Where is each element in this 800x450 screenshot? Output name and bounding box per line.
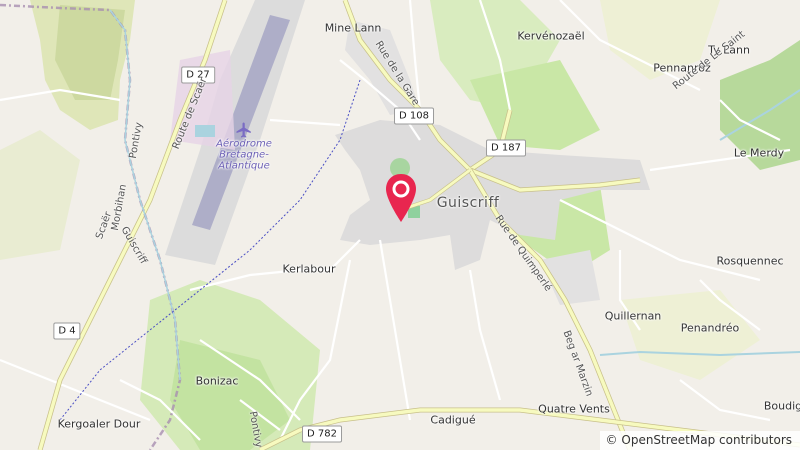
place-label-kervenozael: Kervénozaël (517, 29, 585, 43)
attribution-link[interactable]: OpenStreetMap contributors (621, 433, 792, 447)
aerodrome-label: Aérodrome Bretagne- Atlantique (216, 139, 272, 172)
place-label-kergoaler-dour: Kergoaler Dour (57, 417, 141, 431)
place-label-quatre-vents: Quatre Vents (538, 402, 610, 416)
place-label-kerlabour: Kerlabour (282, 262, 336, 276)
map-view[interactable]: Mine Lann Kervénozaël Ty Lann Pennanroz … (0, 0, 800, 450)
place-label-quillernan: Quillernan (604, 309, 662, 323)
place-label-cadigue: Cadigué (430, 413, 476, 427)
aerodrome-label-line-3: Atlantique (218, 160, 270, 172)
map-pin-icon[interactable] (385, 172, 417, 224)
map-attribution: © OpenStreetMap contributors (599, 431, 800, 450)
place-label-mine-lann: Mine Lann (324, 21, 382, 35)
copyright-symbol: © (605, 433, 618, 447)
pond (195, 125, 215, 137)
road-shield-d108: D 108 (394, 107, 434, 125)
road-shield-d782: D 782 (302, 425, 342, 443)
road-shield-d4: D 4 (53, 322, 81, 340)
place-label-penandreo: Penandréo (680, 321, 740, 335)
place-label-boudig: Boudig (763, 399, 800, 413)
place-label-guiscriff: Guiscriff (436, 195, 500, 211)
place-label-le-merdy: Le Merdy (733, 146, 785, 160)
farmland-area (0, 130, 80, 260)
aerodrome-label-line-2: Bretagne- (219, 149, 269, 161)
aerodrome-label-line-1: Aérodrome (216, 138, 272, 150)
road-shield-d187: D 187 (486, 139, 526, 157)
airplane-icon (236, 122, 251, 138)
place-label-rosquennec: Rosquennec (716, 254, 784, 268)
farmland-area (620, 290, 760, 380)
place-label-bonizac: Bonizac (195, 374, 239, 388)
